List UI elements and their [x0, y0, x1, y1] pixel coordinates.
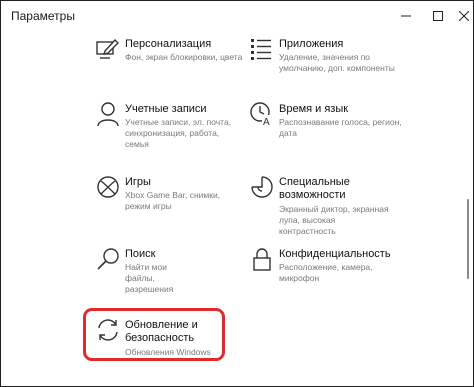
lock-icon	[253, 248, 271, 271]
tile-description: Найти мои файлы, разрешения	[125, 262, 174, 294]
tile-title: Специальные возможности	[279, 176, 350, 201]
close-button[interactable]	[453, 1, 473, 31]
tile-privacy[interactable]: Конфиденциальность Расположение, камера,…	[249, 246, 429, 300]
tile-description: Учетные записи, эл. почта, синхронизация…	[125, 117, 232, 149]
tile-time-language[interactable]: A Время и язык Распознавание голоса, рег…	[249, 101, 429, 155]
accessibility-icon	[251, 176, 273, 198]
tile-description: Экранный диктор, экранная лупа, высокая …	[279, 204, 389, 236]
personalization-pen-icon	[96, 38, 119, 59]
settings-window: Параметры Персонализация Фон, экран блок…	[0, 0, 474, 387]
minimize-button[interactable]	[389, 1, 423, 31]
tile-description: Xbox Game Bar, снимки, режим игры	[125, 190, 221, 211]
maximize-icon	[433, 11, 443, 21]
tile-personalization[interactable]: Персонализация Фон, экран блокировки, цв…	[95, 36, 245, 90]
tile-description: Расположение, камера, микрофон	[279, 262, 373, 283]
time-language-icon: A	[250, 102, 274, 127]
tile-gaming[interactable]: Игры Xbox Game Bar, снимки, режим игры	[95, 174, 245, 228]
window-title: Параметры	[11, 9, 75, 23]
tile-description: Удаление, значения по умолчанию, доп. ко…	[279, 52, 395, 73]
xbox-icon	[97, 176, 119, 198]
tile-search[interactable]: Поиск Найти мои файлы, разрешения	[95, 246, 245, 300]
tile-accessibility[interactable]: Специальные возможности Экранный диктор,…	[249, 174, 429, 236]
minimize-icon	[401, 15, 411, 17]
close-icon	[459, 11, 469, 21]
tile-description: Распознавание голоса, регион, дата	[279, 117, 402, 138]
tile-title: Приложения	[279, 38, 344, 50]
maximize-button[interactable]	[421, 1, 455, 31]
title-bar: Параметры	[1, 1, 473, 31]
svg-text:A: A	[263, 117, 270, 127]
search-icon	[97, 248, 119, 270]
highlight-frame	[83, 308, 225, 361]
scrollbar[interactable]	[467, 199, 469, 279]
user-icon	[97, 102, 119, 127]
tile-accounts[interactable]: Учетные записи Учетные записи, эл. почта…	[95, 101, 245, 155]
tile-apps[interactable]: Приложения Удаление, значения по умолчан…	[249, 36, 429, 90]
tile-title: Время и язык	[279, 103, 349, 115]
tile-title: Конфиденциальность	[279, 248, 391, 260]
apps-list-icon	[251, 39, 271, 60]
